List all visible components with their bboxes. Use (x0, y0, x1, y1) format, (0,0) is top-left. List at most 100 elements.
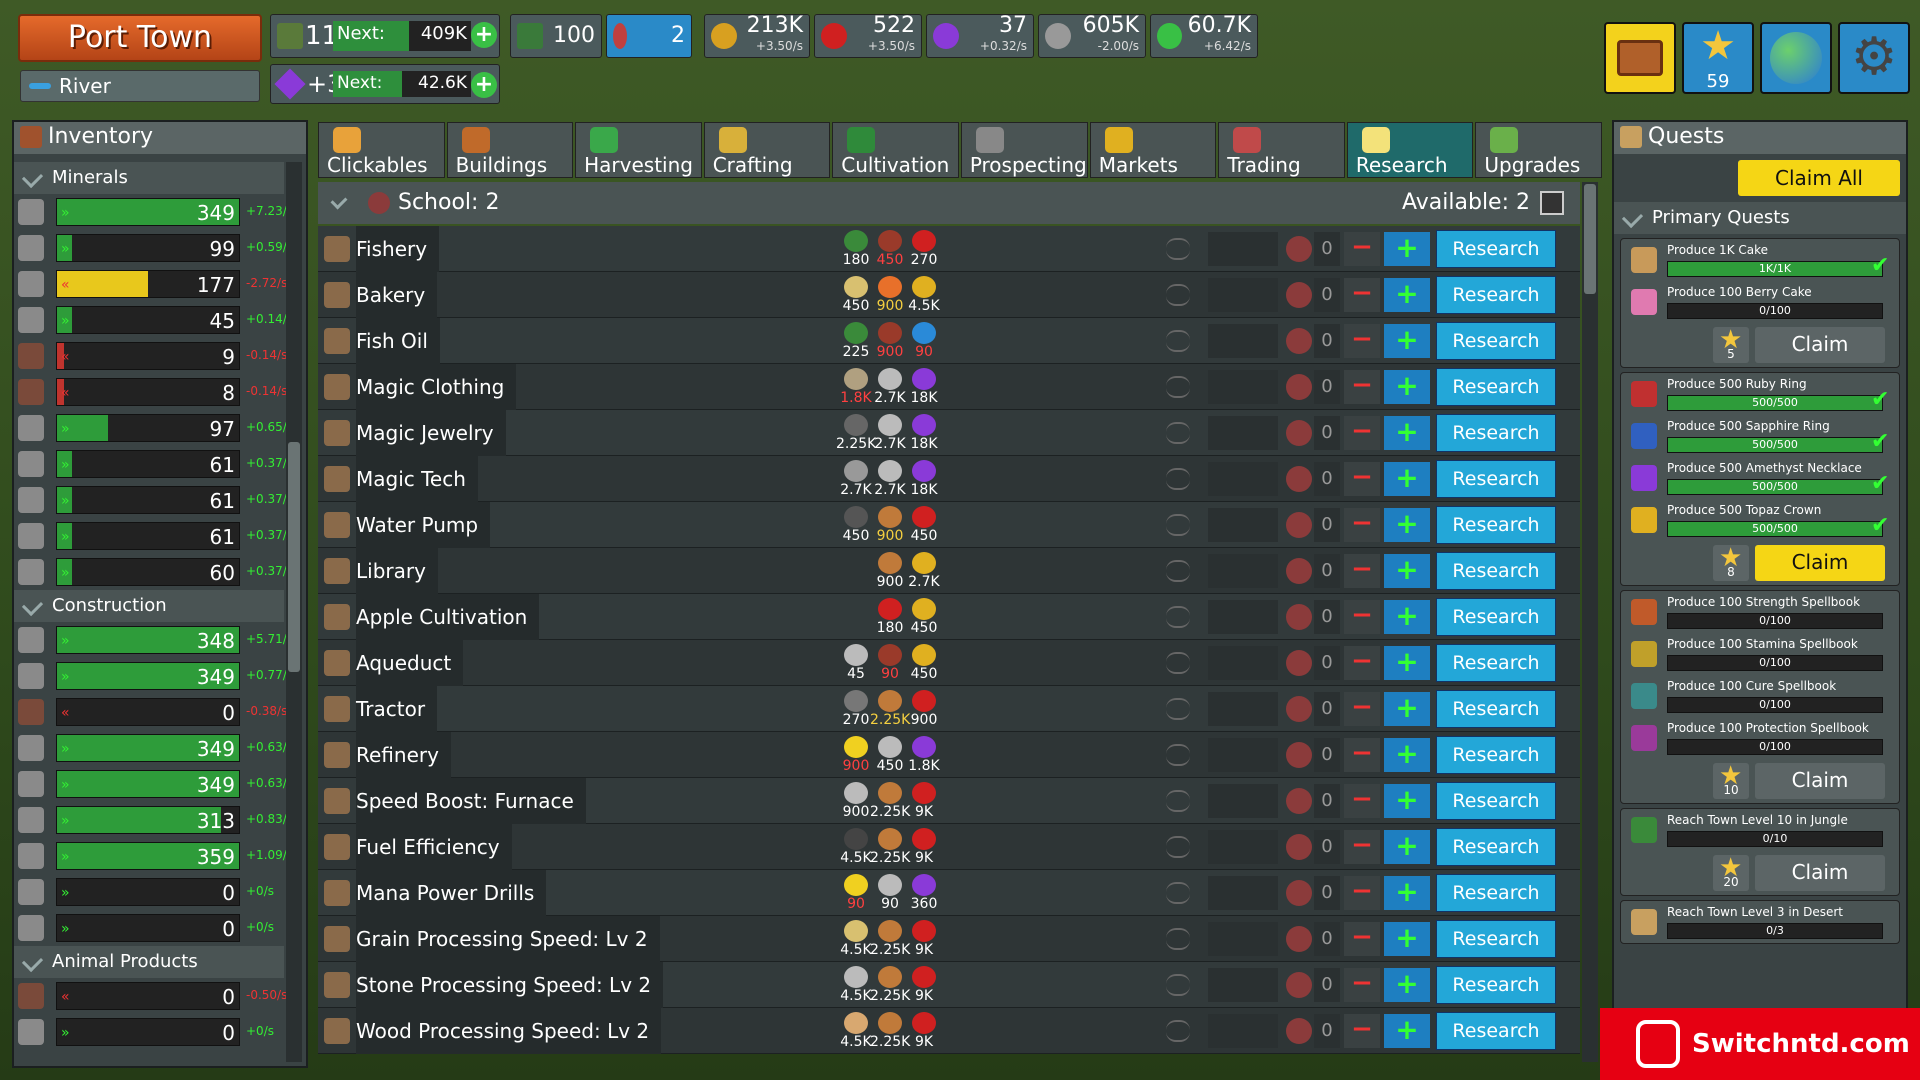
expand-toggle[interactable] (1166, 652, 1190, 674)
minus-button[interactable]: − (1344, 554, 1380, 588)
plus-button[interactable]: + (1384, 370, 1430, 404)
plus-button[interactable]: + (1384, 508, 1430, 542)
minus-button[interactable]: − (1344, 324, 1380, 358)
collapse-chevron-icon[interactable] (330, 192, 348, 210)
world-button[interactable] (1760, 22, 1832, 94)
claim-button[interactable]: Claim (1755, 327, 1885, 363)
minus-button[interactable]: − (1344, 370, 1380, 404)
plus-button[interactable]: + (1384, 646, 1430, 680)
research-button[interactable]: Research (1436, 414, 1556, 452)
expand-toggle[interactable] (1166, 560, 1190, 582)
research-button[interactable]: Research (1436, 966, 1556, 1004)
tab-crafting[interactable]: Crafting (703, 122, 831, 178)
plus-button[interactable]: + (1384, 876, 1430, 910)
minus-button[interactable]: − (1344, 784, 1380, 818)
claim-button[interactable]: Claim (1755, 763, 1885, 799)
plus-button[interactable]: + (1384, 232, 1430, 266)
town-name[interactable]: Port Town (18, 14, 262, 62)
research-button[interactable]: Research (1436, 690, 1556, 728)
minus-button[interactable]: − (1344, 278, 1380, 312)
research-button[interactable]: Research (1436, 230, 1556, 268)
research-button[interactable]: Research (1436, 322, 1556, 360)
minus-button[interactable]: − (1344, 462, 1380, 496)
research-scrollbar[interactable] (1582, 182, 1598, 1062)
research-button[interactable]: Research (1436, 782, 1556, 820)
plus-button[interactable]: + (1384, 416, 1430, 450)
expand-toggle[interactable] (1166, 744, 1190, 766)
tab-harvesting[interactable]: Harvesting (575, 122, 702, 178)
expand-toggle[interactable] (1166, 330, 1190, 352)
research-button[interactable]: Research (1436, 920, 1556, 958)
research-button[interactable]: Research (1436, 368, 1556, 406)
tab-trading[interactable]: Trading (1218, 122, 1345, 178)
tab-cultivation[interactable]: Cultivation (832, 122, 959, 178)
inventory-category-minerals[interactable]: Minerals (14, 162, 284, 194)
plus-button[interactable]: + (1384, 462, 1430, 496)
expand-toggle[interactable] (1166, 974, 1190, 996)
research-button[interactable]: Research (1436, 276, 1556, 314)
research-button[interactable]: Research (1436, 736, 1556, 774)
school-header[interactable]: School: 2 Available: 2 (318, 182, 1580, 224)
minus-button[interactable]: − (1344, 416, 1380, 450)
claim-all-button[interactable]: Claim All (1738, 160, 1900, 196)
minus-button[interactable]: − (1344, 738, 1380, 772)
expand-toggle[interactable] (1166, 836, 1190, 858)
expand-toggle[interactable] (1166, 284, 1190, 306)
expand-toggle[interactable] (1166, 606, 1190, 628)
claim-button[interactable]: Claim (1755, 545, 1885, 581)
pause-button[interactable] (1540, 191, 1564, 215)
plus-button[interactable]: + (1384, 968, 1430, 1002)
plus-button[interactable]: + (1384, 324, 1430, 358)
primary-quests-header[interactable]: Primary Quests (1614, 202, 1906, 234)
minus-button[interactable]: − (1344, 646, 1380, 680)
settings-button[interactable]: ⚙ (1838, 22, 1910, 94)
plus-button[interactable]: + (1384, 830, 1430, 864)
expand-toggle[interactable] (1166, 790, 1190, 812)
tab-prospecting[interactable]: Prospecting (960, 122, 1088, 178)
plus-button[interactable]: + (1384, 692, 1430, 726)
claim-button[interactable]: Claim (1755, 855, 1885, 891)
tab-buildings[interactable]: Buildings (446, 122, 574, 178)
plus-button[interactable]: + (1384, 784, 1430, 818)
tab-markets[interactable]: Markets (1089, 122, 1217, 178)
plus-button[interactable]: + (1384, 738, 1430, 772)
plus-button[interactable]: + (1384, 554, 1430, 588)
expand-toggle[interactable] (1166, 514, 1190, 536)
expand-toggle[interactable] (1166, 928, 1190, 950)
research-button[interactable]: Research (1436, 552, 1556, 590)
expand-toggle[interactable] (1166, 698, 1190, 720)
expand-toggle[interactable] (1166, 468, 1190, 490)
minus-button[interactable]: − (1344, 232, 1380, 266)
research-button[interactable]: Research (1436, 644, 1556, 682)
minus-button[interactable]: − (1344, 1014, 1380, 1048)
minus-button[interactable]: − (1344, 692, 1380, 726)
plus-button[interactable]: + (1384, 1014, 1430, 1048)
plus-button[interactable]: + (1384, 922, 1430, 956)
expand-toggle[interactable] (1166, 1020, 1190, 1042)
minus-button[interactable]: − (1344, 968, 1380, 1002)
expand-toggle[interactable] (1166, 376, 1190, 398)
research-button[interactable]: Research (1436, 1012, 1556, 1050)
tab-clickables[interactable]: Clickables (318, 122, 445, 178)
treasure-chest-button[interactable] (1604, 22, 1676, 94)
expand-toggle[interactable] (1166, 422, 1190, 444)
minus-button[interactable]: − (1344, 600, 1380, 634)
stars-button[interactable]: ★ 59 (1682, 22, 1754, 94)
research-button[interactable]: Research (1436, 874, 1556, 912)
research-button[interactable]: Research (1436, 506, 1556, 544)
expand-toggle[interactable] (1166, 882, 1190, 904)
plus-button[interactable]: + (1384, 278, 1430, 312)
inventory-category-construction[interactable]: Construction (14, 590, 284, 622)
inventory-category-animal-products[interactable]: Animal Products (14, 946, 284, 978)
research-button[interactable]: Research (1436, 828, 1556, 866)
inventory-scrollbar[interactable] (286, 162, 302, 1062)
minus-button[interactable]: − (1344, 922, 1380, 956)
minus-button[interactable]: − (1344, 876, 1380, 910)
research-button[interactable]: Research (1436, 460, 1556, 498)
research-button[interactable]: Research (1436, 598, 1556, 636)
tab-upgrades[interactable]: Upgrades (1475, 122, 1602, 178)
minus-button[interactable]: − (1344, 830, 1380, 864)
minus-button[interactable]: − (1344, 508, 1380, 542)
tab-research[interactable]: Research (1346, 122, 1474, 178)
expand-toggle[interactable] (1166, 238, 1190, 260)
